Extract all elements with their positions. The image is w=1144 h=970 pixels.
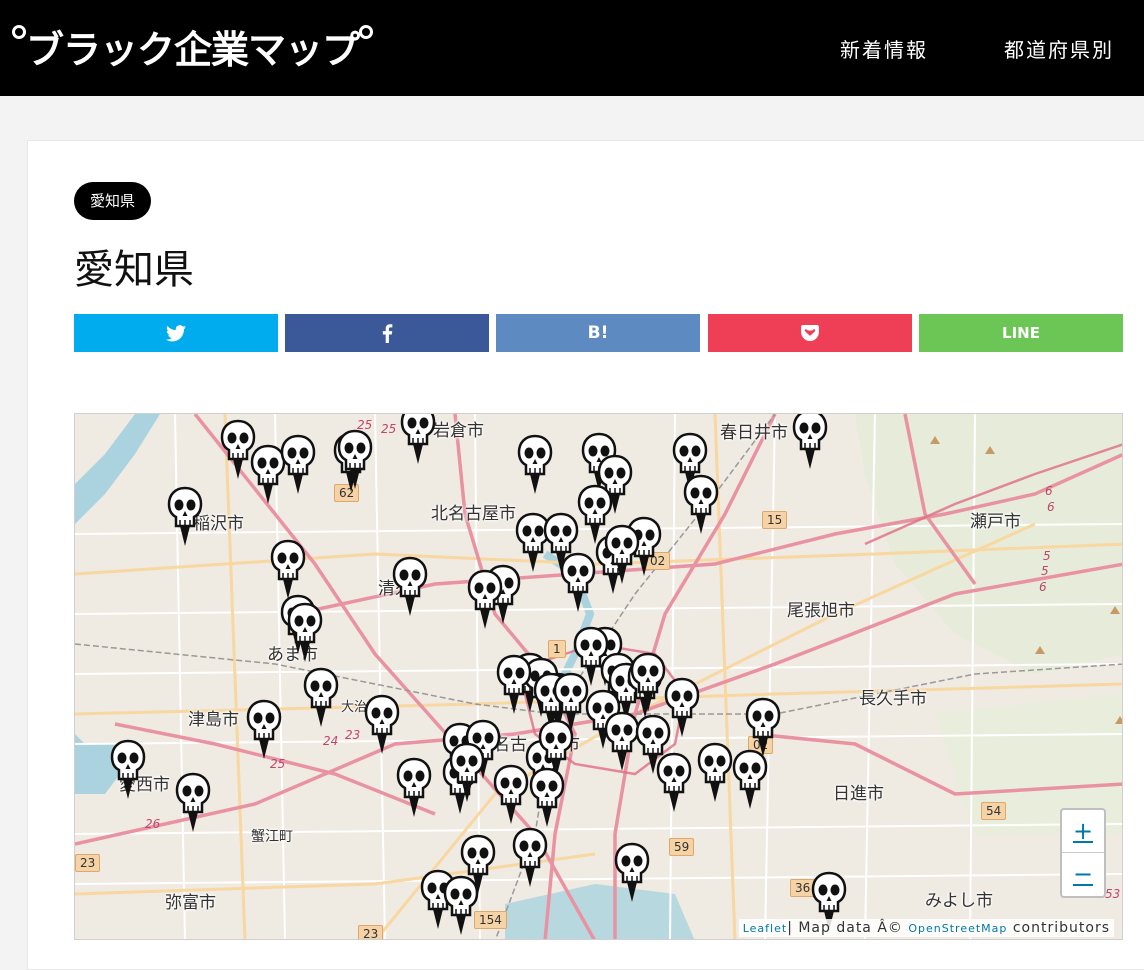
route-number: 25 [270,757,286,771]
skull-marker-icon[interactable] [517,434,553,494]
place-label: 岩倉市 [433,421,484,441]
site-header: ブラック企業マップ 新着情報 都道府県別 [0,0,1144,96]
skull-marker-icon[interactable] [287,602,323,662]
skull-marker-icon[interactable] [512,827,548,887]
share-facebook-button[interactable] [285,314,489,352]
skull-marker-icon[interactable] [496,654,532,714]
page-title: 愛知県 [74,247,194,293]
share-pocket-button[interactable] [708,314,912,352]
place-label: 弥富市 [165,893,216,913]
route-number: 26 [145,817,161,831]
place-label: 蟹江町 [251,829,293,845]
route-number: 5 [1043,549,1051,563]
place-label: みよし市 [925,891,993,911]
content-card: 愛知県 愛知県 B! LINE 岩倉市 春日井市 北名古屋市 稲沢市 瀬戸市 清… [27,140,1144,970]
skull-marker-icon[interactable] [364,694,400,754]
route-shield: 23 [75,854,101,872]
site-logo[interactable]: ブラック企業マップ [12,20,374,72]
skull-marker-icon[interactable] [697,742,733,802]
place-label: 津島市 [188,710,239,730]
skull-marker-icon[interactable] [246,699,282,759]
skull-marker-icon[interactable] [745,697,781,757]
place-label: 春日井市 [720,423,788,443]
prefecture-badge[interactable]: 愛知県 [74,182,152,220]
route-number: 5 [1041,564,1049,578]
skull-marker-icon[interactable] [396,757,432,817]
main-nav: 新着情報 都道府県別 [764,34,1144,63]
skull-marker-icon[interactable] [656,752,692,812]
route-shield: 23 [358,925,384,939]
route-shield: 54 [981,802,1007,820]
attribution-sep: | Map data Â© [787,920,909,936]
skull-marker-icon[interactable] [683,474,719,534]
skull-marker-icon[interactable] [400,414,436,464]
skull-marker-icon[interactable] [270,539,306,599]
logo-bubble-icon [12,25,26,39]
route-shield: 59 [669,838,695,856]
skull-marker-icon[interactable] [337,429,373,489]
attribution-tail: contributors [1007,920,1110,936]
zoom-out-button[interactable]: − [1062,853,1104,896]
skull-marker-icon[interactable] [664,677,700,737]
osm-link[interactable]: OpenStreetMap [908,922,1007,935]
skull-marker-icon[interactable] [614,842,650,902]
place-label: 長久手市 [859,689,927,709]
share-twitter-button[interactable] [74,314,278,352]
skull-marker-icon[interactable] [529,767,565,827]
skull-marker-icon[interactable] [630,652,666,712]
route-number: 6 [1045,484,1053,498]
skull-marker-icon[interactable] [493,764,529,824]
zoom-in-button[interactable]: + [1062,810,1104,853]
map-view[interactable]: 岩倉市 春日井市 北名古屋市 稲沢市 瀬戸市 清須 尾張旭市 あま市 長久手市 … [74,413,1123,940]
skull-marker-icon[interactable] [449,742,485,802]
nav-item-prefectures[interactable]: 都道府県別 [1004,34,1114,63]
route-shield: 1 [548,640,566,658]
place-label: 北名古屋市 [431,504,516,524]
skull-marker-icon[interactable] [167,486,203,546]
skull-marker-icon[interactable] [303,667,339,727]
line-label: LINE [1002,324,1040,342]
skull-marker-icon[interactable] [280,434,316,494]
route-number: 25 [381,422,397,436]
zoom-control: + − [1060,808,1106,898]
skull-marker-icon[interactable] [175,772,211,832]
route-number: 6 [1039,580,1047,594]
place-label: 日進市 [833,784,884,804]
nav-item-news[interactable]: 新着情報 [840,34,928,63]
hatena-label: B! [587,323,609,343]
share-hatena-button[interactable]: B! [496,314,700,352]
route-shield: 15 [762,511,788,529]
skull-marker-icon[interactable] [110,739,146,799]
leaflet-link[interactable]: Leaflet [743,922,787,935]
skull-marker-icon[interactable] [392,556,428,616]
twitter-icon [166,324,186,341]
route-number: 53 [1105,887,1121,901]
skull-marker-icon[interactable] [467,569,503,629]
logo-bubble-icon [359,25,374,39]
skull-marker-icon[interactable] [792,414,828,469]
skull-marker-icon[interactable] [604,524,640,584]
skull-marker-icon[interactable] [560,552,596,612]
place-label: 尾張旭市 [787,601,855,621]
logo-text: ブラック企業マップ [26,27,360,72]
share-line-button[interactable]: LINE [919,314,1123,352]
map-attribution: Leaflet| Map data Â© OpenStreetMap contr… [738,919,1114,937]
place-label: 瀬戸市 [970,512,1021,532]
route-number: 23 [345,728,361,742]
route-number: 24 [323,734,339,748]
pocket-icon [801,325,819,341]
skull-marker-icon[interactable] [443,875,479,935]
route-number: 6 [1047,500,1055,514]
skull-marker-icon[interactable] [732,749,768,809]
facebook-icon [382,323,392,343]
